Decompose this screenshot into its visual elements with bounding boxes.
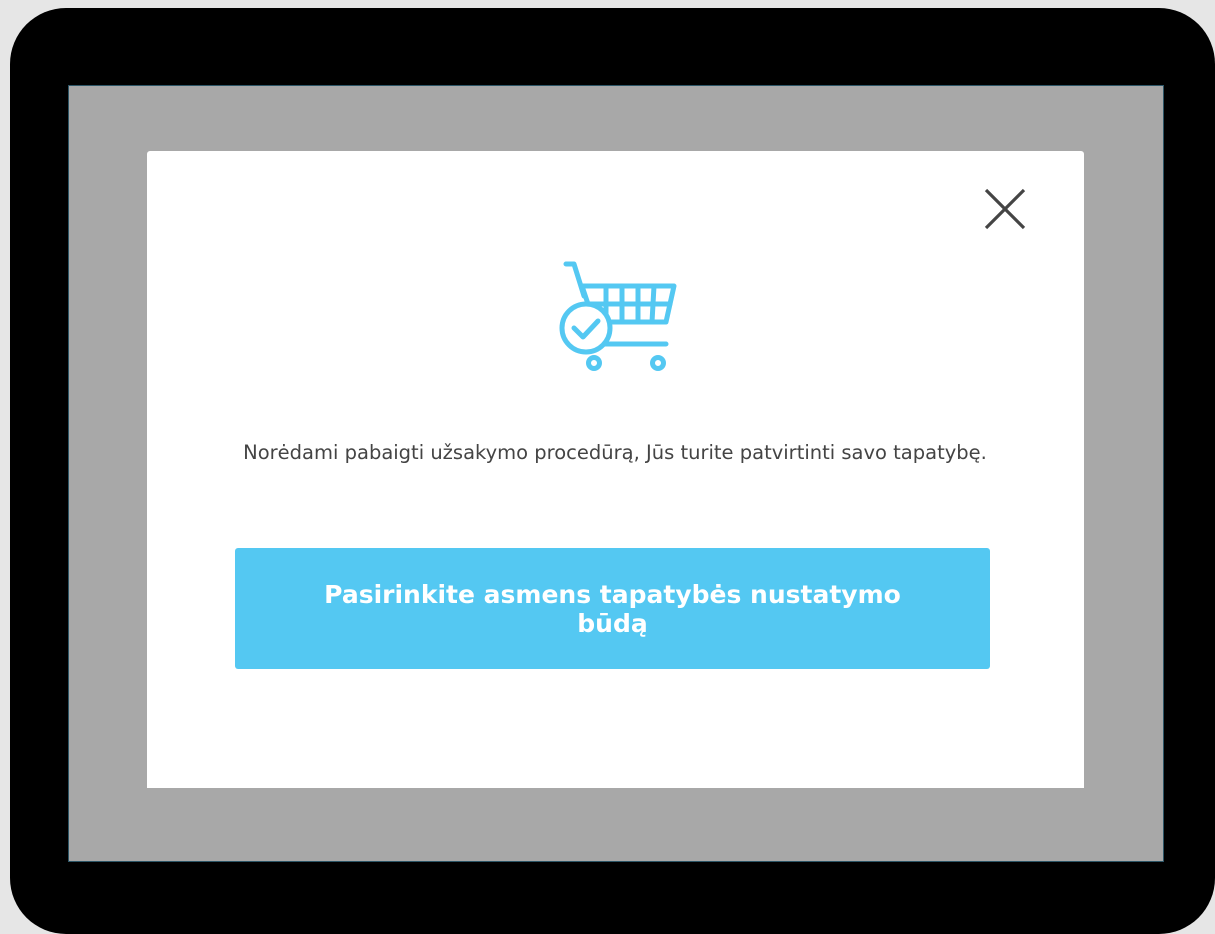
choose-identification-method-label: Pasirinkite asmens tapatybės nustatymo b… [324,579,901,638]
device-frame: Norėdami pabaigti užsakymo procedūrą, Jū… [10,8,1215,934]
identity-verification-modal: Norėdami pabaigti užsakymo procedūrą, Jū… [147,151,1084,788]
close-button[interactable] [977,181,1033,237]
cart-check-icon [559,261,677,371]
choose-identification-method-button[interactable]: Pasirinkite asmens tapatybės nustatymo b… [235,548,990,669]
verification-message: Norėdami pabaigti užsakymo procedūrą, Jū… [243,441,987,464]
close-icon [984,188,1026,230]
screen-overlay: Norėdami pabaigti užsakymo procedūrą, Jū… [68,85,1164,862]
